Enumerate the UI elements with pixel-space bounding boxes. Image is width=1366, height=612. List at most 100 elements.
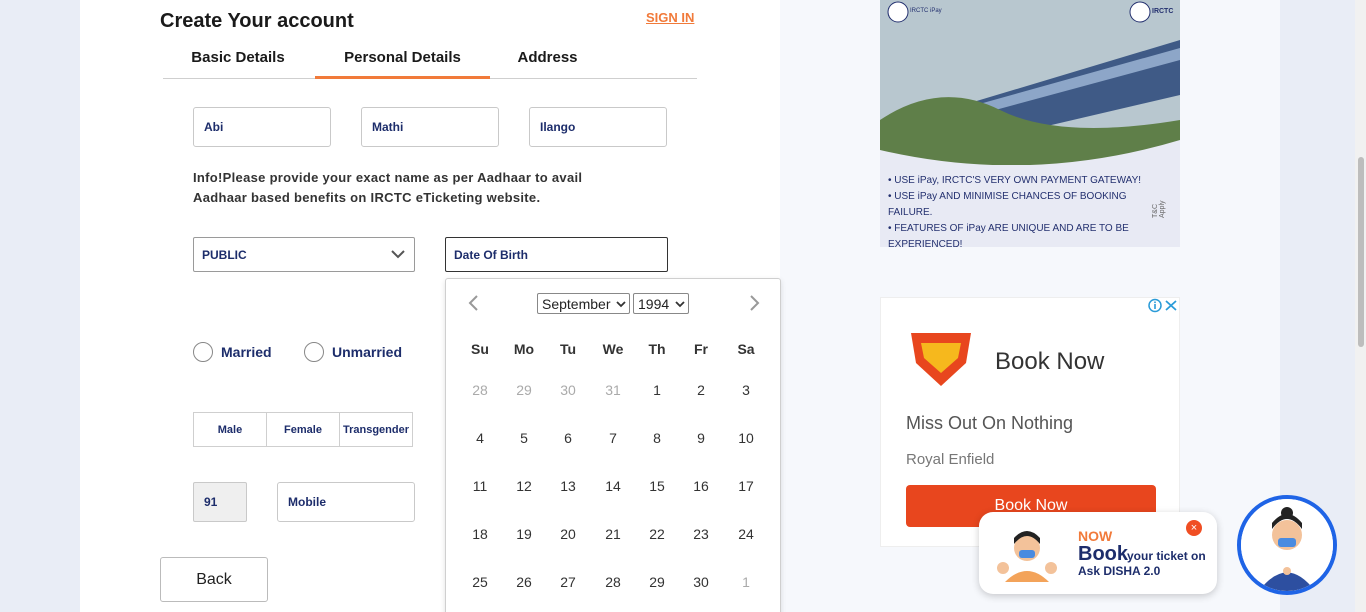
calendar-day-other-month[interactable]: 30: [548, 375, 588, 405]
royal-enfield-advertisement[interactable]: Book Now Miss Out On Nothing Royal Enfie…: [880, 297, 1180, 547]
close-icon[interactable]: ×: [1186, 520, 1202, 536]
weekday-header: Su: [471, 341, 489, 357]
ipay-advertisement[interactable]: IRCTC iPay IRCTC • USE iPay, IRCTC'S VER…: [880, 0, 1180, 247]
gender-female-button[interactable]: Female: [267, 413, 340, 446]
year-value: 1994: [638, 295, 670, 312]
calendar-day[interactable]: 20: [548, 519, 588, 549]
back-button[interactable]: Back: [160, 557, 268, 602]
year-select[interactable]: 1994: [633, 293, 689, 314]
mobile-input[interactable]: Mobile: [277, 482, 415, 522]
calendar-day[interactable]: 5: [504, 423, 544, 453]
calendar-day[interactable]: 29: [637, 567, 677, 597]
ipay-line: • FEATURES OF iPay ARE UNIQUE AND ARE TO…: [888, 223, 1129, 247]
last-name-input[interactable]: Ilango: [529, 107, 667, 147]
calendar-day-other-month[interactable]: 31: [593, 375, 633, 405]
calendar-day[interactable]: 12: [504, 471, 544, 501]
close-icon[interactable]: [1163, 298, 1179, 313]
calendar-day[interactable]: 21: [593, 519, 633, 549]
aadhaar-info-text: Info!Please provide your exact name as p…: [193, 170, 583, 205]
ipay-line: • USE iPay, IRCTC'S VERY OWN PAYMENT GAT…: [888, 175, 1142, 186]
chevron-down-icon: [616, 301, 626, 308]
disha-avatar-icon: [1241, 499, 1333, 591]
radio-unmarried-label: Unmarried: [332, 344, 403, 360]
gender-male-button[interactable]: Male: [194, 413, 267, 446]
calendar-day[interactable]: 9: [681, 423, 721, 453]
irctc-logo-text: IRCTC: [1152, 8, 1174, 15]
ipay-line: • USE iPay AND MINIMISE CHANCES OF BOOKI…: [888, 191, 1127, 218]
calendar-day[interactable]: 22: [637, 519, 677, 549]
ad-headline: Book Now: [995, 348, 1105, 375]
ipay-features-text: • USE iPay, IRCTC'S VERY OWN PAYMENT GAT…: [888, 173, 1158, 247]
weekday-header: Sa: [737, 341, 755, 357]
scrollbar-thumb[interactable]: [1358, 157, 1364, 347]
ad-brand: Royal Enfield: [906, 451, 995, 468]
middle-name-input[interactable]: Mathi: [361, 107, 499, 147]
calendar-day[interactable]: 27: [548, 567, 588, 597]
calendar-day[interactable]: 24: [726, 519, 766, 549]
gender-transgender-button[interactable]: Transgender: [340, 413, 412, 446]
info-icon[interactable]: [1147, 298, 1163, 313]
calendar-day-other-month[interactable]: 1: [726, 567, 766, 597]
calendar-day[interactable]: 8: [637, 423, 677, 453]
chevron-down-icon: [391, 250, 405, 259]
tab-personal-details[interactable]: Personal Details: [315, 43, 490, 79]
ad-choices-close[interactable]: [1147, 298, 1179, 313]
month-value: September: [542, 295, 611, 312]
radio-unmarried[interactable]: Unmarried: [304, 342, 402, 362]
calendar-day[interactable]: 14: [593, 471, 633, 501]
radio-married[interactable]: Married: [193, 342, 272, 362]
royal-enfield-logo-icon: [911, 333, 971, 386]
disha-now-label: NOW: [1078, 528, 1113, 544]
calendar-day[interactable]: 6: [548, 423, 588, 453]
calendar-day[interactable]: 7: [593, 423, 633, 453]
chevron-right-icon[interactable]: [744, 293, 764, 313]
calendar-day[interactable]: 30: [681, 567, 721, 597]
occupation-select[interactable]: PUBLIC: [193, 237, 415, 272]
irctc-ipay-logo-text: IRCTC iPay: [910, 8, 942, 14]
calendar-day[interactable]: 18: [460, 519, 500, 549]
calendar-day[interactable]: 19: [504, 519, 544, 549]
calendar-day-other-month[interactable]: 29: [504, 375, 544, 405]
page-scrollbar[interactable]: [1355, 0, 1366, 612]
calendar-day[interactable]: 15: [637, 471, 677, 501]
weekday-header: Fr: [694, 341, 708, 357]
calendar-day[interactable]: 11: [460, 471, 500, 501]
tab-bar: Basic Details Personal Details Address: [163, 43, 697, 79]
calendar-day[interactable]: 1: [637, 375, 677, 405]
signin-link[interactable]: SIGN IN: [646, 10, 694, 25]
tc-apply-text: T&C Apply: [1152, 200, 1166, 218]
calendar-day[interactable]: 28: [593, 567, 633, 597]
date-of-birth-input[interactable]: Date Of Birth: [445, 237, 668, 272]
page-title: Create Your account: [160, 10, 354, 32]
calendar-day[interactable]: 25: [460, 567, 500, 597]
radio-circle-icon: [304, 342, 324, 362]
calendar-day[interactable]: 17: [726, 471, 766, 501]
disha-ticket-label: your ticket on: [1127, 549, 1206, 563]
occupation-value: PUBLIC: [202, 247, 247, 262]
calendar-day[interactable]: 4: [460, 423, 500, 453]
disha-book-label: Book: [1078, 543, 1128, 565]
train-photo: IRCTC iPay IRCTC: [880, 0, 1180, 166]
date-picker-calendar: September 1994 Su Mo Tu We Th Fr Sa 28 29 30 31 1 2 3…: [445, 278, 781, 612]
calendar-day[interactable]: 2: [681, 375, 721, 405]
calendar-day[interactable]: 26: [504, 567, 544, 597]
disha-ask-label: Ask DISHA 2.0: [1078, 564, 1161, 578]
disha-chat-promo[interactable]: NOW Book your ticket on Ask DISHA 2.0 ×: [979, 512, 1217, 594]
calendar-day[interactable]: 16: [681, 471, 721, 501]
calendar-day[interactable]: 3: [726, 375, 766, 405]
ad-tagline: Miss Out On Nothing: [906, 413, 1074, 433]
country-code-field: 91: [193, 482, 247, 522]
month-select[interactable]: September: [537, 293, 630, 314]
gender-selector: Male Female Transgender: [193, 412, 413, 447]
disha-assistant-avatar[interactable]: [1237, 495, 1337, 595]
first-name-input[interactable]: Abi: [193, 107, 331, 147]
tab-basic-details[interactable]: Basic Details: [163, 43, 313, 79]
weekday-header: Mo: [513, 341, 535, 357]
calendar-day[interactable]: 13: [548, 471, 588, 501]
calendar-day[interactable]: 10: [726, 423, 766, 453]
weekday-header: Th: [648, 341, 666, 357]
chevron-left-icon[interactable]: [464, 293, 484, 313]
calendar-day-other-month[interactable]: 28: [460, 375, 500, 405]
calendar-day[interactable]: 23: [681, 519, 721, 549]
tab-address[interactable]: Address: [490, 43, 605, 79]
